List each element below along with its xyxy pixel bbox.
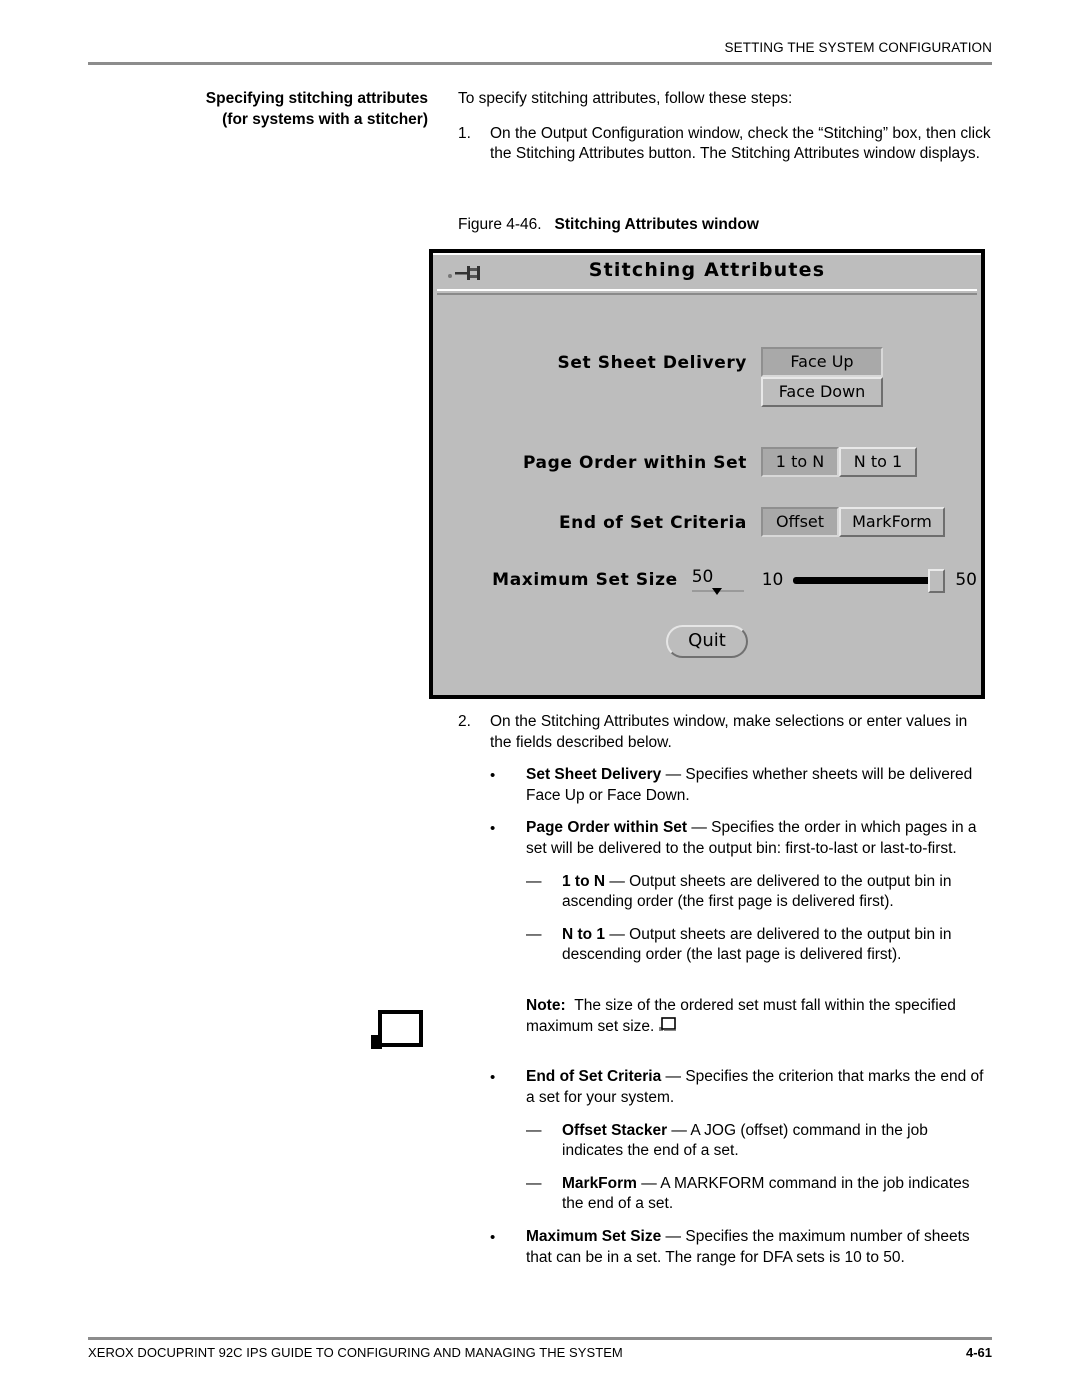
document-page: SETTING THE SYSTEM CONFIGURATION Specify… [0, 0, 1080, 1397]
text-caret [711, 588, 722, 595]
description-item: — Offset Stacker — A JOG (offset) comman… [526, 1121, 992, 1162]
note-block: Note: The size of the ordered set must f… [526, 996, 992, 1037]
side-heading-line-2: (for systems with a stitcher) [222, 110, 428, 128]
description-term: 1 to N [562, 872, 606, 890]
label-set-sheet-delivery: Set Sheet Delivery [557, 353, 747, 373]
window-title: Stitching Attributes [588, 259, 826, 281]
note-text: The size of the ordered set must fall wi… [526, 997, 956, 1035]
description-item: • Page Order within Set — Specifies the … [490, 818, 992, 859]
footer-page-number: 4-61 [965, 1345, 992, 1360]
step-text: On the Output Configuration window, chec… [490, 124, 991, 163]
description-term: N to 1 [562, 925, 606, 943]
description-term: Page Order within Set [526, 819, 688, 837]
option-face-down[interactable]: Face Down [761, 377, 883, 407]
description-text: — Output sheets are delivered to the out… [562, 872, 952, 911]
description-term: Offset Stacker [562, 1121, 668, 1139]
step-text: On the Stitching Attributes window, make… [490, 713, 968, 751]
stitching-attributes-window: Stitching Attributes Set Sheet Delivery … [429, 249, 985, 699]
em-dash-marker: — [526, 1174, 542, 1192]
intro-paragraph: To specify stitching attributes, follow … [458, 90, 793, 107]
label-page-order-within-set: Page Order within Set [522, 453, 747, 473]
description-item: — N to 1 — Output sheets are delivered t… [526, 925, 992, 966]
maximum-set-size-input[interactable]: 50 [691, 567, 744, 595]
field-maximum-set-size: Maximum Set Size 50 10 50 [457, 567, 977, 595]
footer-title: XEROX DOCUPRINT 92C IPS GUIDE TO CONFIGU… [88, 1345, 623, 1360]
description-item: • End of Set Criteria — Specifies the cr… [490, 1067, 992, 1108]
bullet-icon: • [490, 820, 496, 838]
em-dash-marker: — [526, 1121, 542, 1139]
option-face-up[interactable]: Face Up [761, 347, 883, 377]
label-maximum-set-size: Maximum Set Size [492, 569, 678, 590]
figure-caption: Figure 4-46. Stitching Attributes window [458, 216, 759, 234]
footer-rule [88, 1337, 992, 1340]
field-page-order-within-set: Page Order within Set 1 to N N to 1 [457, 447, 957, 477]
em-dash-marker: — [526, 872, 542, 890]
figure-title: Stitching Attributes window [554, 216, 759, 233]
field-end-of-set-criteria: End of Set Criteria Offset MarkForm [457, 507, 957, 537]
window-client-area: Set Sheet Delivery Face Up Face Down Pag… [433, 295, 981, 691]
bullet-icon: • [490, 1069, 496, 1087]
option-markform[interactable]: MarkForm [839, 507, 945, 537]
note-end-icon [659, 1016, 677, 1032]
option-1-to-n[interactable]: 1 to N [761, 447, 839, 477]
description-term: Maximum Set Size [526, 1227, 662, 1245]
side-heading-line-1: Specifying stitching attributes [205, 90, 428, 107]
running-header: SETTING THE SYSTEM CONFIGURATION [724, 40, 992, 55]
description-term: Set Sheet Delivery [526, 766, 662, 784]
body-column-top: To specify stitching attributes, follow … [458, 89, 992, 177]
slider-min-label: 10 [761, 569, 784, 590]
description-item: — MarkForm — A MARKFORM command in the j… [526, 1174, 992, 1215]
maximum-set-size-slider[interactable] [793, 568, 946, 593]
option-offset[interactable]: Offset [761, 507, 839, 537]
label-end-of-set-criteria: End of Set Criteria [558, 513, 747, 533]
maximum-set-size-value: 50 [691, 567, 714, 587]
quit-button[interactable]: Quit [666, 625, 748, 658]
section-side-heading: Specifying stitching attributes (for sys… [108, 89, 428, 131]
slider-thumb[interactable] [928, 568, 946, 593]
figure-label: Figure 4-46. [458, 216, 542, 233]
bullet-icon: • [490, 1228, 496, 1246]
step-number: 2. [458, 713, 471, 730]
step-number: 1. [458, 124, 471, 142]
description-term: MarkForm [562, 1174, 637, 1192]
header-rule [88, 62, 992, 65]
step-item-2: 2. On the Stitching Attributes window, m… [458, 712, 992, 753]
slider-max-label: 50 [955, 569, 977, 590]
dialog-actions: Quit [433, 625, 981, 658]
window-titlebar: Stitching Attributes [433, 253, 981, 289]
note-label: Note: [526, 997, 566, 1015]
note-page-icon [369, 1009, 423, 1053]
step-item-1: 1. On the Output Configuration window, c… [458, 124, 992, 165]
description-item: • Maximum Set Size — Specifies the maxim… [490, 1227, 992, 1268]
option-n-to-1[interactable]: N to 1 [839, 447, 917, 477]
description-item: — 1 to N — Output sheets are delivered t… [526, 872, 992, 913]
description-item: • Set Sheet Delivery — Specifies whether… [490, 765, 992, 806]
body-column-bottom: 2. On the Stitching Attributes window, m… [458, 712, 992, 1268]
em-dash-marker: — [526, 925, 542, 943]
description-text: — Output sheets are delivered to the out… [562, 925, 952, 964]
bullet-icon: • [490, 767, 496, 785]
slider-track [793, 576, 942, 584]
description-term: End of Set Criteria [526, 1068, 662, 1086]
field-set-sheet-delivery: Set Sheet Delivery Face Up Face Down [457, 347, 957, 407]
